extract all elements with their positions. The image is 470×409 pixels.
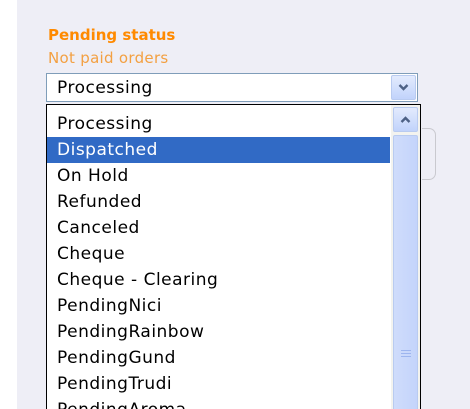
grip-icon [401,350,411,358]
option-cheque[interactable]: Cheque [47,241,390,267]
option-pending-rainbow[interactable]: PendingRainbow [47,319,390,345]
scroll-thumb[interactable] [393,135,418,409]
option-dispatched[interactable]: Dispatched [47,137,390,163]
option-pending-nici[interactable]: PendingNici [47,293,390,319]
option-refunded[interactable]: Refunded [47,189,390,215]
option-pending-aroma[interactable]: PendingAroma [47,397,390,409]
field-subtitle: Not paid orders [48,49,169,67]
option-on-hold[interactable]: On Hold [47,163,390,189]
dropdown-list[interactable]: Processing Dispatched On Hold Refunded C… [46,104,421,409]
option-pending-trudi[interactable]: PendingTrudi [47,371,390,397]
dropdown-items: Processing Dispatched On Hold Refunded C… [47,111,390,409]
background-control-edge [422,128,436,180]
pending-status-select[interactable]: Processing [46,73,418,102]
select-current-value: Processing [57,78,153,98]
chevron-down-icon [398,84,409,91]
dropdown-arrow-button[interactable] [391,75,416,100]
option-pending-gund[interactable]: PendingGund [47,345,390,371]
dropdown-scrollbar[interactable] [391,105,420,409]
field-title: Pending status [48,26,176,44]
option-cheque-clearing[interactable]: Cheque - Clearing [47,267,390,293]
chevron-up-icon [400,116,411,123]
scroll-up-button[interactable] [393,107,418,132]
option-processing[interactable]: Processing [47,111,390,137]
option-canceled[interactable]: Canceled [47,215,390,241]
